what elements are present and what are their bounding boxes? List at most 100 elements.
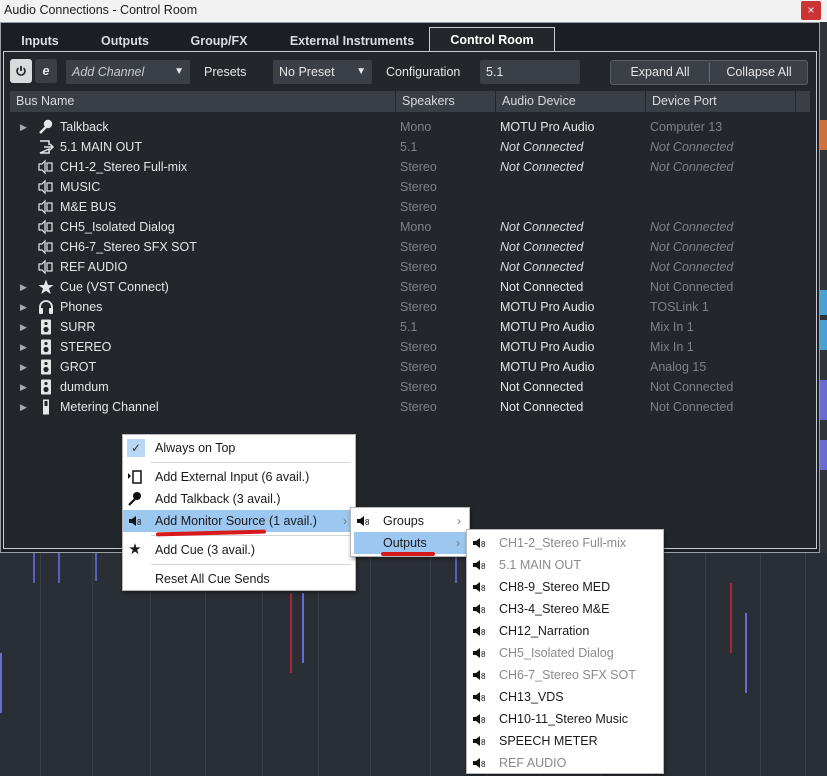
annotation-underline <box>381 552 435 556</box>
menu-item-add-talkback[interactable]: Add Talkback (3 avail.) <box>123 488 355 510</box>
bus-name[interactable]: GROT <box>60 357 96 377</box>
submenu-item-groups[interactable]: 8 Groups › <box>351 510 469 532</box>
device-port-value: Mix In 1 <box>650 340 694 354</box>
tab-group-fx[interactable]: Group/FX <box>173 30 265 52</box>
device-port-value: Not Connected <box>650 160 734 174</box>
collapse-all-button[interactable]: Collapse All <box>710 61 808 84</box>
expand-arrow-icon[interactable]: ▶ <box>20 397 27 417</box>
menu-item-always-on-top[interactable]: ✓ Always on Top <box>123 437 355 459</box>
menu-item-add-cue[interactable]: ★ Add Cue (3 avail.) <box>123 539 355 561</box>
tab-control-room[interactable]: Control Room <box>429 27 555 53</box>
device-port-value: Mix In 1 <box>650 320 694 334</box>
expand-arrow-icon[interactable]: ▶ <box>20 357 27 377</box>
column-audio-device[interactable]: Audio Device <box>496 91 646 112</box>
dropdown-arrow-icon: ▼ <box>356 66 366 77</box>
audio-device-value: Not Connected <box>500 160 584 174</box>
expand-arrow-icon[interactable]: ▶ <box>20 377 27 397</box>
bus-name[interactable]: M&E BUS <box>60 197 116 217</box>
output-item[interactable]: 8 CH6-7_Stereo SFX SOT <box>467 664 663 686</box>
tab-external-instruments[interactable]: External Instruments <box>277 30 427 52</box>
audio-device-value: MOTU Pro Audio <box>500 320 595 334</box>
output-item[interactable]: 8 CH12_Narration <box>467 620 663 642</box>
power-button[interactable] <box>10 59 32 83</box>
column-device-port[interactable]: Device Port <box>646 91 796 112</box>
submenu-item-outputs[interactable]: Outputs › <box>354 532 468 554</box>
output-item[interactable]: 8 5.1 MAIN OUT <box>467 554 663 576</box>
bus-row[interactable]: CH6-7_Stereo SFX SOT Stereo Not Connected N… <box>10 237 810 257</box>
output-item[interactable]: 8 REF AUDIO <box>467 752 663 774</box>
bus-name[interactable]: dumdum <box>60 377 109 397</box>
column-speakers[interactable]: Speakers <box>396 91 496 112</box>
bus-row[interactable]: MUSIC Stereo <box>10 177 810 197</box>
bus-row[interactable]: ▶ Phones Stereo MOTU Pro Audio TOSLink 1 <box>10 297 810 317</box>
menu-item-add-external-input[interactable]: Add External Input (6 avail.) <box>123 466 355 488</box>
bus-name[interactable]: CH5_Isolated Dialog <box>60 217 175 237</box>
output-item[interactable]: 8 CH3-4_Stereo M&E <box>467 598 663 620</box>
output-item-label: REF AUDIO <box>499 756 567 770</box>
bus-row[interactable]: M&E BUS Stereo <box>10 197 810 217</box>
expand-arrow-icon[interactable]: ▶ <box>20 297 27 317</box>
bus-name[interactable]: Cue (VST Connect) <box>60 277 169 297</box>
expand-arrow-icon[interactable]: ▶ <box>20 337 27 357</box>
bus-row[interactable]: REF AUDIO Stereo Not Connected Not Connecte… <box>10 257 810 277</box>
track-marker <box>455 553 457 583</box>
submenu-item-label: Groups <box>383 514 424 528</box>
bus-row[interactable]: ▶ Cue (VST Connect) Stereo Not Connected Not… <box>10 277 810 297</box>
tab-bar: Inputs Outputs Group/FX External Instrum… <box>1 27 821 53</box>
bus-name[interactable]: STEREO <box>60 337 111 357</box>
bus-row[interactable]: 5.1 MAIN OUT 5.1 Not Connected Not Connecte… <box>10 137 810 157</box>
output-item[interactable]: 8 CH8-9_Stereo MED <box>467 576 663 598</box>
speakers-value: Stereo <box>400 160 437 174</box>
svg-text:8: 8 <box>481 672 486 681</box>
svg-text:8: 8 <box>481 650 486 659</box>
bus-row[interactable]: ▶ Talkback Mono MOTU Pro Audio Computer 13 <box>10 117 810 137</box>
speaker-icon <box>38 159 54 175</box>
bus-row[interactable]: ▶ STEREO Stereo MOTU Pro Audio Mix In 1 <box>10 337 810 357</box>
bus-row[interactable]: CH1-2_Stereo Full-mix Stereo Not Connected… <box>10 157 810 177</box>
output-item[interactable]: 8 CH13_VDS <box>467 686 663 708</box>
bus-name[interactable]: REF AUDIO <box>60 257 127 277</box>
preset-dropdown[interactable]: No Preset ▼ <box>273 60 372 84</box>
bus-row[interactable]: CH5_Isolated Dialog Mono Not Connected Not … <box>10 217 810 237</box>
output-item[interactable]: 8 SPEECH METER <box>467 730 663 752</box>
bus-name[interactable]: CH1-2_Stereo Full-mix <box>60 157 187 177</box>
menu-item-add-monitor-source[interactable]: 8 Add Monitor Source (1 avail.) › <box>123 510 355 532</box>
edit-button[interactable]: e <box>35 59 57 83</box>
audio-device-value: Not Connected <box>500 240 584 254</box>
tab-inputs[interactable]: Inputs <box>5 30 75 52</box>
device-port-value: Not Connected <box>650 240 734 254</box>
output-item[interactable]: 8 CH5_Isolated Dialog <box>467 642 663 664</box>
menu-item-reset-all-cue-sends[interactable]: Reset All Cue Sends <box>123 568 355 590</box>
output-item[interactable]: 8 CH1-2_Stereo Full-mix <box>467 532 663 554</box>
expand-all-button[interactable]: Expand All <box>611 61 709 84</box>
bus-name[interactable]: Phones <box>60 297 102 317</box>
speaker-icon <box>38 179 54 195</box>
column-bus-name[interactable]: Bus Name <box>10 91 396 112</box>
bus-row[interactable]: ▶ SURR 5.1 MOTU Pro Audio Mix In 1 <box>10 317 810 337</box>
bus-name[interactable]: MUSIC <box>60 177 100 197</box>
audio-device-value: Not Connected <box>500 380 584 394</box>
output-item[interactable]: 8 CH10-11_Stereo Music <box>467 708 663 730</box>
bus-row[interactable]: ▶ dumdum Stereo Not Connected Not Connected <box>10 377 810 397</box>
bus-row[interactable]: ▶ Metering Channel Stereo Not Connected Not … <box>10 397 810 417</box>
bus-name[interactable]: CH6-7_Stereo SFX SOT <box>60 237 197 257</box>
expand-arrow-icon[interactable]: ▶ <box>20 117 27 137</box>
monitor-speaker-icon <box>38 339 54 355</box>
bus-name[interactable]: Metering Channel <box>60 397 159 417</box>
strip-marker <box>820 440 827 470</box>
svg-text:8: 8 <box>481 584 486 593</box>
tab-outputs[interactable]: Outputs <box>85 30 165 52</box>
bus-name[interactable]: Talkback <box>60 117 109 137</box>
speakers-value: Stereo <box>400 260 437 274</box>
monitor-speaker-icon <box>38 359 54 375</box>
expand-arrow-icon[interactable]: ▶ <box>20 317 27 337</box>
bus-name[interactable]: SURR <box>60 317 95 337</box>
output-item-label: CH12_Narration <box>499 624 590 638</box>
configuration-field[interactable]: 5.1 <box>480 60 580 84</box>
bus-name[interactable]: 5.1 MAIN OUT <box>60 137 142 157</box>
bus-row[interactable]: ▶ GROT Stereo MOTU Pro Audio Analog 15 <box>10 357 810 377</box>
speaker-icon: 8 <box>471 623 487 639</box>
close-button[interactable]: × <box>801 1 821 20</box>
expand-arrow-icon[interactable]: ▶ <box>20 277 27 297</box>
add-channel-dropdown[interactable]: Add Channel ▼ <box>66 60 190 84</box>
